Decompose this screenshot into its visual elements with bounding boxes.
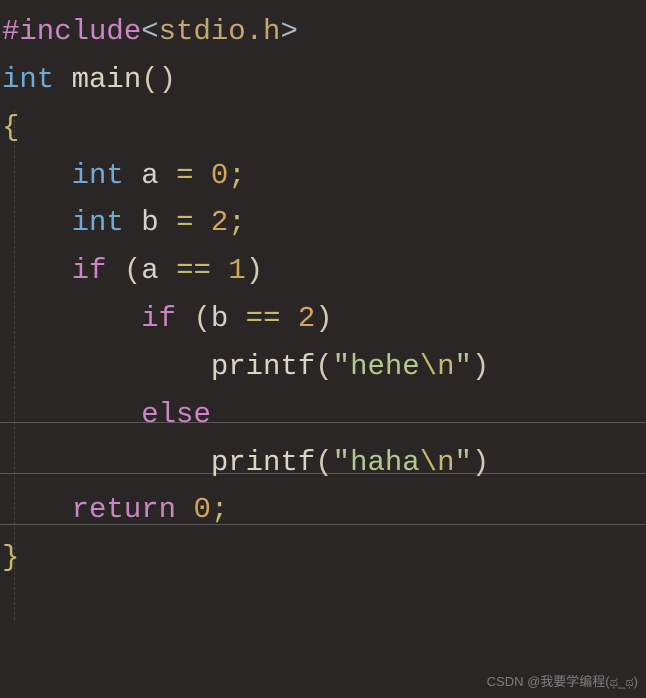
code-line-7: if (b == 2): [2, 295, 644, 343]
watermark-text: CSDN @我要学编程(ಥ_ಥ): [487, 671, 638, 692]
keyword-else: else: [141, 398, 211, 431]
keyword-int: int: [2, 63, 54, 96]
brace-close: }: [2, 541, 19, 574]
rparen: ): [472, 446, 489, 479]
semicolon: ;: [228, 159, 245, 192]
op-assign: =: [176, 159, 193, 192]
lparen: (: [141, 63, 158, 96]
escape-seq: \n: [420, 350, 455, 383]
lparen: (: [193, 302, 210, 335]
identifier-b: b: [211, 302, 228, 335]
preproc-token: #include: [2, 15, 141, 48]
semicolon: ;: [228, 206, 245, 239]
escape-seq: \n: [420, 446, 455, 479]
code-line-12: }: [2, 534, 644, 582]
code-line-10: printf("haha\n"): [2, 439, 644, 487]
angle-lt: <: [141, 15, 158, 48]
rparen: ): [246, 254, 263, 287]
semicolon: ;: [211, 493, 228, 526]
code-line-3: {: [2, 104, 644, 152]
code-editor: #include<stdio.h> int main() { int a = 0…: [0, 0, 646, 582]
identifier-a: a: [141, 254, 158, 287]
string-quote: ": [333, 446, 350, 479]
code-line-1: #include<stdio.h>: [2, 8, 644, 56]
function-call: printf: [211, 350, 315, 383]
keyword-if: if: [72, 254, 107, 287]
string-literal: hehe: [350, 350, 420, 383]
code-line-8: printf("hehe\n"): [2, 343, 644, 391]
identifier-a: a: [141, 159, 158, 192]
identifier-b: b: [141, 206, 158, 239]
string-quote: ": [333, 350, 350, 383]
lparen: (: [124, 254, 141, 287]
string-quote: ": [455, 446, 472, 479]
lparen: (: [315, 446, 332, 479]
code-line-4: int a = 0;: [2, 152, 644, 200]
number-literal: 2: [211, 206, 228, 239]
angle-gt: >: [280, 15, 297, 48]
code-line-5: int b = 2;: [2, 199, 644, 247]
number-literal: 0: [193, 493, 210, 526]
keyword-return: return: [72, 493, 176, 526]
rparen: ): [472, 350, 489, 383]
function-name: main: [72, 63, 142, 96]
keyword-if: if: [141, 302, 176, 335]
string-quote: ": [455, 350, 472, 383]
code-line-2: int main(): [2, 56, 644, 104]
code-line-9: else: [2, 391, 644, 439]
number-literal: 0: [211, 159, 228, 192]
keyword-int: int: [72, 159, 124, 192]
number-literal: 1: [228, 254, 245, 287]
op-assign: =: [176, 206, 193, 239]
op-eq: ==: [176, 254, 211, 287]
code-line-11: return 0;: [2, 486, 644, 534]
number-literal: 2: [298, 302, 315, 335]
string-literal: haha: [350, 446, 420, 479]
brace-open: {: [2, 111, 19, 144]
keyword-int: int: [72, 206, 124, 239]
op-eq: ==: [246, 302, 281, 335]
rparen: ): [315, 302, 332, 335]
code-line-6: if (a == 1): [2, 247, 644, 295]
function-call: printf: [211, 446, 315, 479]
header-name: stdio.h: [159, 15, 281, 48]
rparen: ): [159, 63, 176, 96]
lparen: (: [315, 350, 332, 383]
